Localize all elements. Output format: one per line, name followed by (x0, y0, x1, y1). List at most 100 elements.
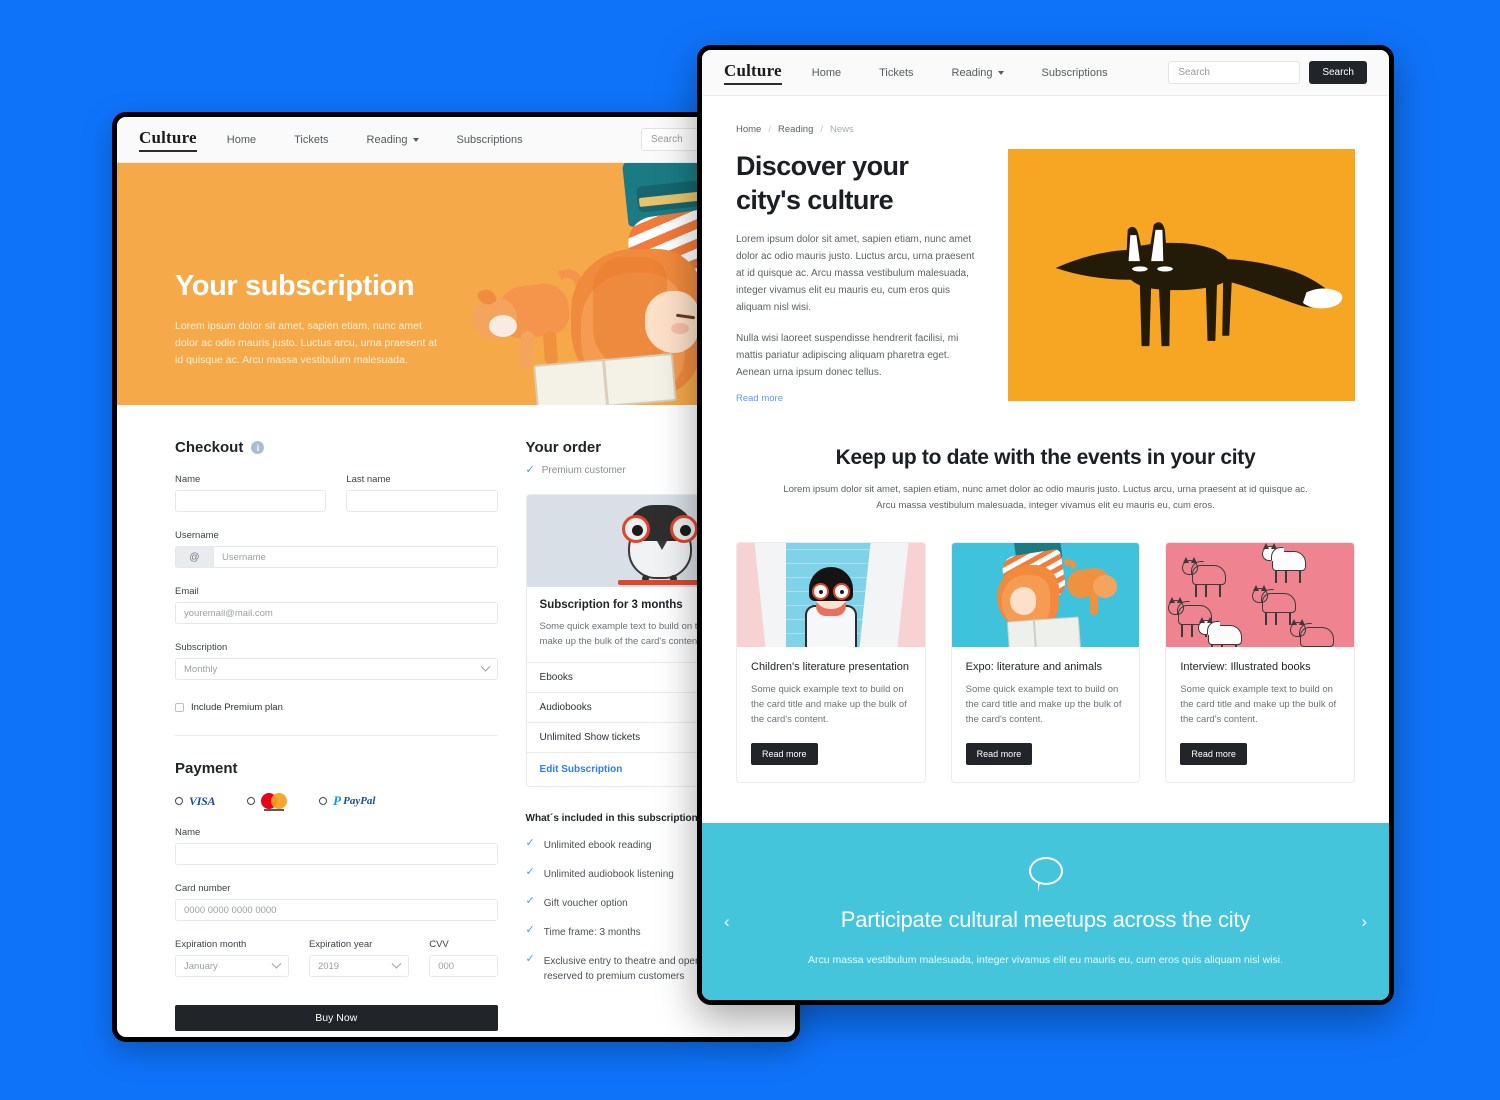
nav-link-reading[interactable]: Reading (952, 67, 1004, 79)
page-title: Discover your city's culture (736, 151, 909, 215)
events-cards: Children's literature presentation Some … (736, 542, 1356, 783)
read-more-button[interactable]: Read more (1180, 743, 1247, 765)
subscription-page-scroll[interactable]: Culture Home Tickets Reading Subscriptio… (117, 117, 795, 1037)
card-image-girl-with-red-glasses (737, 543, 925, 647)
nav-link-home-label: Home (226, 133, 257, 146)
exp-month-select[interactable]: January (175, 955, 289, 977)
breadcrumb-reading[interactable]: Reading (778, 124, 813, 135)
news-hero: Discover your city's culture Lorem ipsum… (736, 149, 1355, 406)
nav-link-subscriptions-label: Subscriptions (456, 133, 523, 146)
check-icon: ✓ (525, 924, 535, 936)
subscription-select-value: Monthly (184, 663, 218, 675)
lastname-label: Last name (346, 474, 391, 485)
breadcrumb-separator: / (768, 124, 771, 135)
premium-checkbox-row[interactable]: Include Premium plan (175, 702, 498, 713)
visa-radio[interactable] (175, 797, 183, 805)
card-number-input[interactable]: 0000 0000 0000 0000 (175, 899, 498, 921)
card-name-group: Name (175, 827, 498, 865)
nav-link-home[interactable]: Home (812, 67, 841, 79)
breadcrumb-home[interactable]: Home (736, 124, 761, 135)
mastercard-logo-icon (261, 793, 288, 811)
fox-banner (1008, 149, 1355, 401)
breadcrumb: Home / Reading / News (736, 124, 1355, 135)
exp-year-group: Expiration year 2019 (308, 939, 410, 977)
read-more-link[interactable]: Read more (736, 393, 783, 404)
payment-methods: VISA P PayPal (175, 793, 498, 811)
nav-link-reading-label: Reading (366, 133, 408, 146)
paypal-label: PayPal (343, 795, 376, 807)
card-title: Interview: Illustrated books (1180, 661, 1311, 673)
name-input[interactable] (175, 490, 327, 512)
search-button[interactable]: Search (1309, 61, 1367, 84)
meetup-heading: Participate cultural meetups across the … (840, 907, 1251, 932)
buy-now-button[interactable]: Buy Now (175, 1005, 498, 1031)
mastercard-radio[interactable] (247, 797, 256, 805)
nav-link-tickets[interactable]: Tickets (879, 67, 913, 79)
read-more-button[interactable]: Read more (751, 743, 818, 765)
nav-link-tickets-label: Tickets (879, 66, 914, 79)
check-icon: ✓ (525, 866, 535, 878)
email-input[interactable]: youremail@mail.com (175, 602, 498, 624)
event-card[interactable]: Children's literature presentation Some … (736, 542, 926, 783)
hero-title: Your subscription (175, 270, 415, 302)
card-text: Some quick example text to build on the … (751, 684, 907, 725)
card-number-group: Card number 0000 0000 0000 0000 (175, 883, 498, 921)
checkout-title: Checkout i (175, 439, 498, 456)
card-title: Expo: literature and animals (965, 661, 1103, 673)
exp-month-label: Expiration month (175, 939, 247, 950)
expiry-row: Expiration month January Expiration year… (175, 939, 498, 977)
paypal-logo-icon: P PayPal (333, 793, 376, 808)
search-input-front[interactable]: Search (1168, 61, 1301, 84)
fox-icon (1055, 222, 1343, 347)
premium-checkbox[interactable] (175, 703, 184, 712)
subscription-select[interactable]: Monthly (175, 658, 498, 680)
card-body: Children's literature presentation Some … (737, 647, 925, 782)
payment-title: Payment (175, 760, 238, 777)
subscription-body: Checkout i Name Last name Username @ Use… (117, 405, 795, 1031)
card-text: Some quick example text to build on the … (965, 684, 1122, 725)
info-icon[interactable]: i (251, 441, 265, 454)
chevron-down-icon (997, 70, 1004, 75)
event-card[interactable]: Interview: Illustrated books Some quick … (1165, 542, 1356, 783)
payment-method-visa[interactable]: VISA (175, 794, 215, 809)
email-label: Email (175, 586, 199, 597)
events-heading: Keep up to date with the events in your … (835, 446, 1256, 469)
email-group: Email youremail@mail.com (175, 586, 498, 624)
nav-link-subscriptions[interactable]: Subscriptions (457, 134, 523, 146)
brand-logo[interactable]: Culture (139, 128, 197, 152)
read-more-button[interactable]: Read more (965, 743, 1033, 765)
payment-method-paypal[interactable]: P PayPal (319, 793, 376, 809)
news-browser-window: Culture Home Tickets Reading Subscriptio… (697, 45, 1394, 1005)
exp-year-select[interactable]: 2019 (308, 955, 410, 977)
meetup-carousel: ‹ › Participate cultural meetups across … (702, 823, 1389, 1000)
included-item-label: Gift voucher option (543, 898, 628, 909)
checkout-title-label: Checkout (175, 439, 244, 456)
carousel-prev-arrow[interactable]: ‹ (724, 912, 730, 932)
order-status-label: Premium customer (541, 465, 626, 476)
breadcrumb-news: News (830, 124, 854, 135)
news-page-scroll[interactable]: Culture Home Tickets Reading Subscriptio… (702, 50, 1389, 1000)
nav-link-home[interactable]: Home (227, 134, 256, 146)
lastname-group: Last name (346, 474, 498, 512)
cvv-input[interactable]: 000 (429, 955, 498, 977)
nav-link-subscriptions[interactable]: Subscriptions (1042, 67, 1108, 79)
check-icon: ✓ (525, 895, 535, 907)
brand-logo[interactable]: Culture (724, 61, 782, 85)
payment-method-mastercard[interactable] (247, 793, 288, 811)
username-input[interactable]: Username (213, 546, 498, 568)
events-section-header: Keep up to date with the events in your … (736, 446, 1355, 514)
lastname-input[interactable] (346, 490, 498, 512)
carousel-next-arrow[interactable]: › (1361, 912, 1367, 932)
card-name-input[interactable] (175, 843, 498, 865)
nav-link-tickets[interactable]: Tickets (294, 134, 328, 146)
paypal-radio[interactable] (319, 797, 328, 805)
card-body: Interview: Illustrated books Some quick … (1166, 647, 1354, 782)
event-card[interactable]: Expo: literature and animals Some quick … (950, 542, 1141, 783)
navbar-back: Culture Home Tickets Reading Subscriptio… (117, 117, 795, 163)
subscription-label: Subscription (175, 642, 228, 653)
subscription-group: Subscription Monthly (175, 642, 498, 680)
chevron-down-icon (412, 137, 419, 142)
nav-link-reading[interactable]: Reading (367, 134, 419, 146)
chevron-down-icon (391, 958, 402, 969)
nav-link-reading-label: Reading (951, 66, 993, 79)
